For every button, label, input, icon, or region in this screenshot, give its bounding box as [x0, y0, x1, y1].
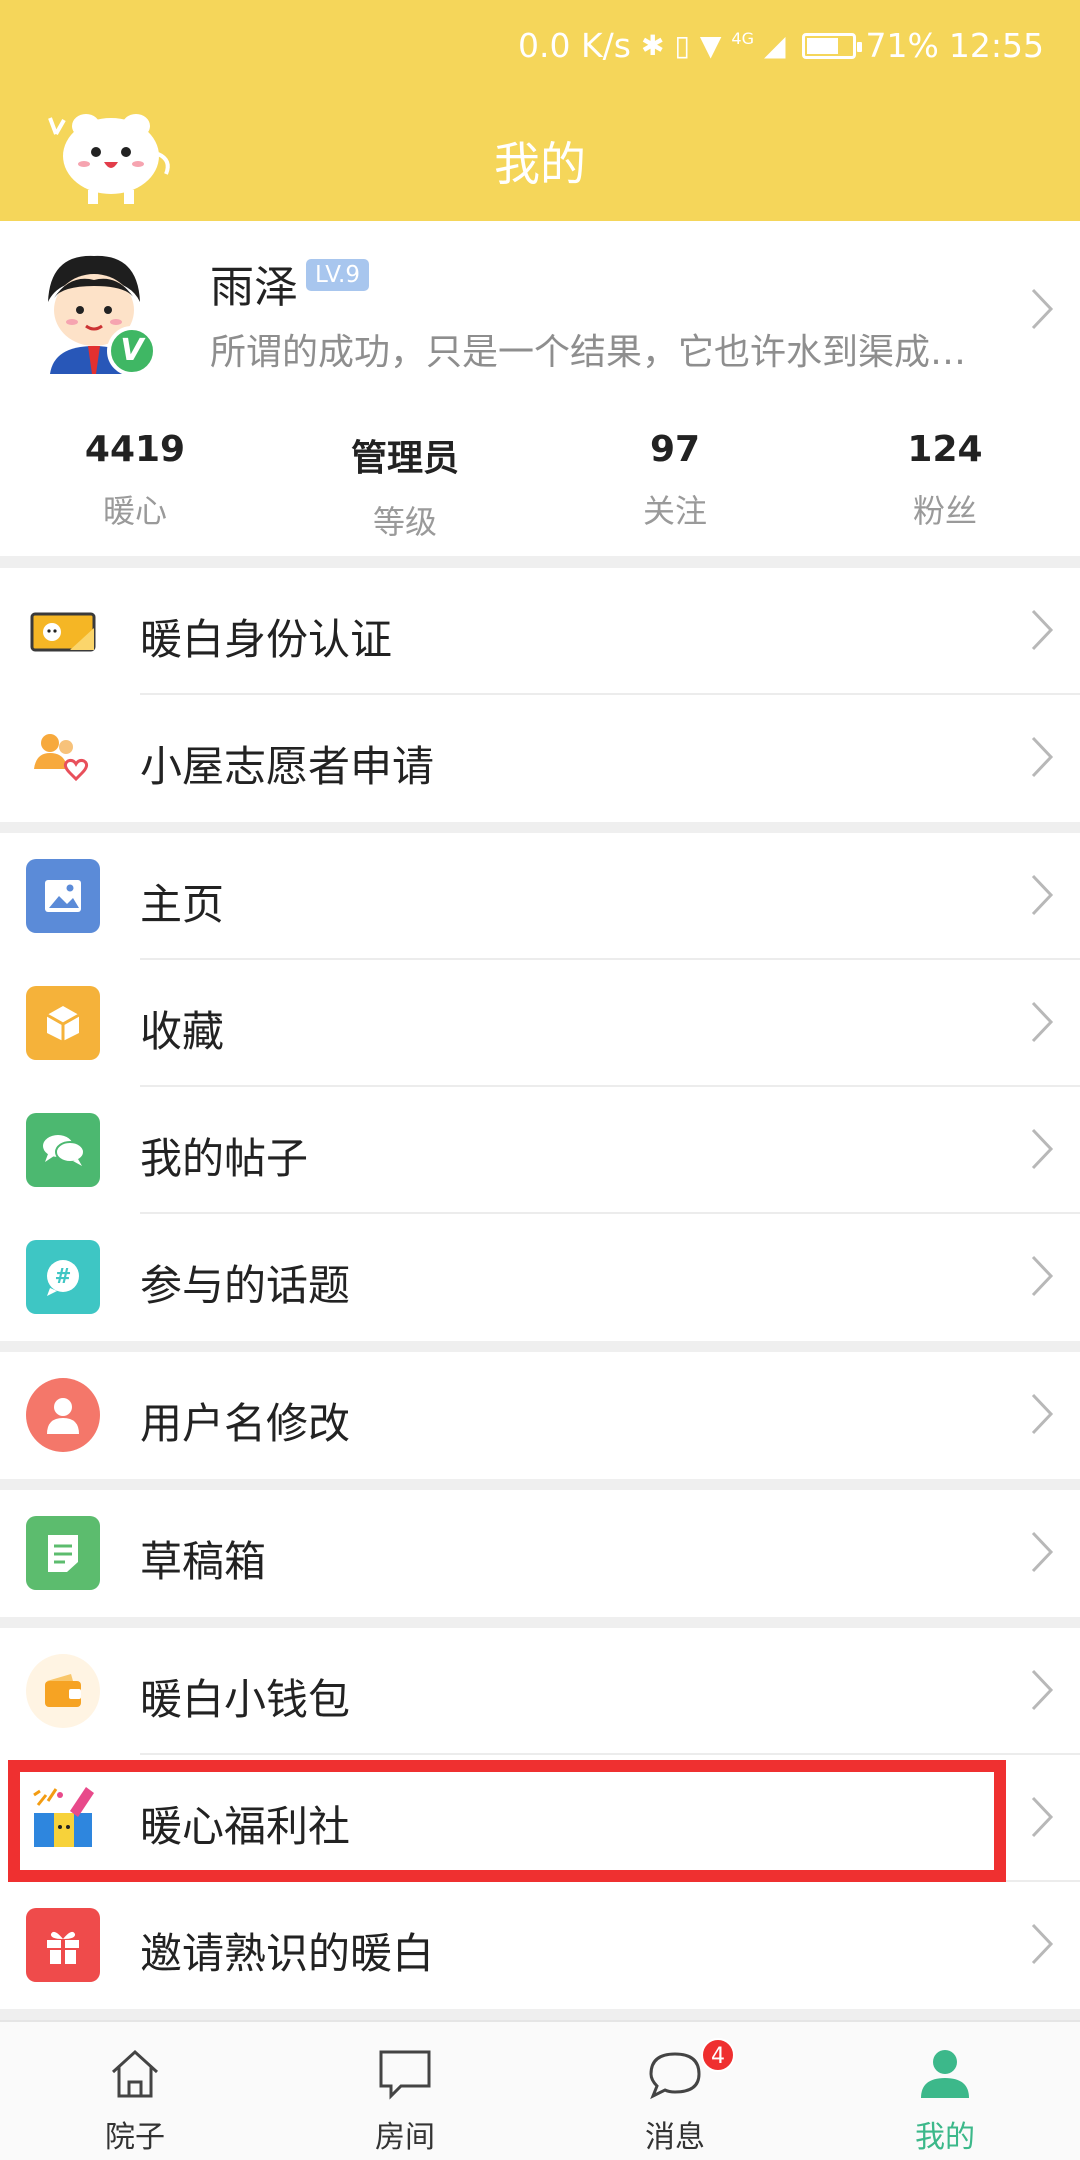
header-bar: 0.0 K/s ✱ ▯ ▼ 4G ◢ 71% 12:55 我的 [0, 0, 1080, 221]
menu-label: 参与的话题 [140, 1261, 351, 1310]
stat-value: 97 [649, 429, 701, 470]
id-card-icon [30, 612, 96, 652]
tab-room[interactable]: 房间 [270, 2022, 540, 2160]
tab-yard[interactable]: 院子 [0, 2022, 270, 2160]
menu-item-homepage[interactable]: 主页 [0, 833, 1080, 960]
hashtag-bubble-icon: # [26, 1240, 100, 1314]
tab-label: 院子 [105, 2120, 165, 2155]
chevron-right-icon [1031, 1796, 1054, 1838]
svg-text:#: # [55, 1264, 72, 1288]
stat-value: 4419 [84, 429, 186, 470]
stat-following[interactable]: 97 关注 [540, 429, 810, 543]
chevron-right-icon [1031, 609, 1054, 651]
battery-level [806, 37, 838, 54]
unread-badge: 4 [701, 2038, 735, 2072]
profile-stats: 4419 暖心 管理员 等级 97 关注 124 粉丝 [0, 429, 1080, 543]
stat-value: 124 [907, 429, 983, 470]
page-title: 我的 [494, 137, 586, 191]
wallet-icon [26, 1654, 100, 1728]
menu-item-topics[interactable]: # 参与的话题 [0, 1214, 1080, 1341]
menu-item-my-posts[interactable]: 我的帖子 [0, 1087, 1080, 1214]
network-speed: 0.0 K/s [518, 26, 631, 65]
tab-mine[interactable]: 我的 [810, 2022, 1080, 2160]
vibrate-icon: ▯ [674, 29, 690, 62]
chevron-right-icon [1031, 1128, 1054, 1170]
menu-label: 邀请熟识的暖白 [140, 1929, 435, 1978]
chevron-right-icon [1031, 1255, 1054, 1297]
level-badge: LV.9 [306, 259, 370, 291]
menu-item-identity-verification[interactable]: 暖白身份认证 [0, 568, 1080, 695]
highlight-box [8, 1760, 1006, 1882]
profile-card[interactable]: V 雨泽 LV.9 所谓的成功，只是一个结果，它也许水到渠成… 4419 暖心 … [0, 221, 1080, 556]
tab-label: 房间 [375, 2120, 435, 2155]
signature-text: 所谓的成功，只是一个结果，它也许水到渠成… [210, 332, 967, 373]
homepage-image-icon [26, 859, 100, 933]
stat-label: 粉丝 [912, 492, 977, 530]
menu-label: 暖白身份认证 [140, 615, 393, 664]
wifi-icon: ▼ [699, 29, 722, 62]
menu-label: 小屋志愿者申请 [140, 742, 435, 791]
verified-badge: V [107, 326, 157, 376]
chat-square-icon [379, 2050, 431, 2100]
box-icon [26, 986, 100, 1060]
battery-percent: 71% [865, 26, 939, 65]
network-type: 4G [731, 29, 754, 48]
chevron-right-icon [1031, 874, 1054, 916]
menu-label: 我的帖子 [140, 1134, 309, 1183]
menu-item-rename-username[interactable]: 用户名修改 [0, 1352, 1080, 1479]
chevron-right-icon [1031, 1001, 1054, 1043]
menu-item-invite-friends[interactable]: 邀请熟识的暖白 [0, 1882, 1080, 2009]
volunteer-heart-icon [34, 734, 89, 782]
stat-label: 等级 [372, 503, 437, 541]
chevron-right-icon [1031, 1531, 1054, 1573]
menu-label: 用户名修改 [140, 1399, 351, 1448]
username: 雨泽 [210, 262, 298, 313]
gift-icon [26, 1908, 100, 1982]
chevron-right-icon [1031, 736, 1054, 778]
user-icon [26, 1378, 100, 1452]
menu-label: 草稿箱 [140, 1537, 267, 1586]
menu-item-welfare-club[interactable]: 暖心福利社 [0, 1755, 1080, 1882]
chevron-right-icon [1031, 1669, 1054, 1711]
document-icon [26, 1516, 100, 1590]
stat-value: 管理员 [350, 438, 459, 479]
status-bar: 0.0 K/s ✱ ▯ ▼ 4G ◢ 71% 12:55 [518, 26, 1044, 65]
menu-item-wallet[interactable]: 暖白小钱包 [0, 1628, 1080, 1755]
stat-fans[interactable]: 124 粉丝 [810, 429, 1080, 543]
clock: 12:55 [948, 26, 1044, 65]
stat-warmth[interactable]: 4419 暖心 [0, 429, 270, 543]
tab-messages[interactable]: 4 消息 [540, 2022, 810, 2160]
signal-icon: ◢ [763, 29, 786, 62]
menu-item-favorites[interactable]: 收藏 [0, 960, 1080, 1087]
menu-item-volunteer-application[interactable]: 小屋志愿者申请 [0, 695, 1080, 822]
menu-label: 主页 [140, 880, 225, 929]
person-icon [921, 2050, 969, 2098]
tab-label: 消息 [645, 2120, 705, 2155]
stat-label: 关注 [642, 492, 707, 530]
menu-item-drafts[interactable]: 草稿箱 [0, 1490, 1080, 1617]
message-bubble-icon [649, 2052, 701, 2100]
menu-label: 收藏 [140, 1007, 225, 1056]
bluetooth-icon: ✱ [640, 29, 665, 62]
chevron-right-icon [1031, 1393, 1054, 1435]
house-icon [111, 2049, 159, 2098]
tab-label: 我的 [915, 2120, 975, 2155]
battery-icon [801, 32, 862, 59]
stat-label: 暖心 [102, 492, 167, 530]
stat-level[interactable]: 管理员 等级 [270, 429, 540, 543]
bottom-tab-bar: 院子 房间 4 消息 我的 [0, 2020, 1080, 2160]
chevron-right-icon [1031, 288, 1054, 330]
chevron-right-icon [1031, 1923, 1054, 1965]
menu-label: 暖白小钱包 [140, 1675, 351, 1724]
chat-bubbles-icon [26, 1113, 100, 1187]
